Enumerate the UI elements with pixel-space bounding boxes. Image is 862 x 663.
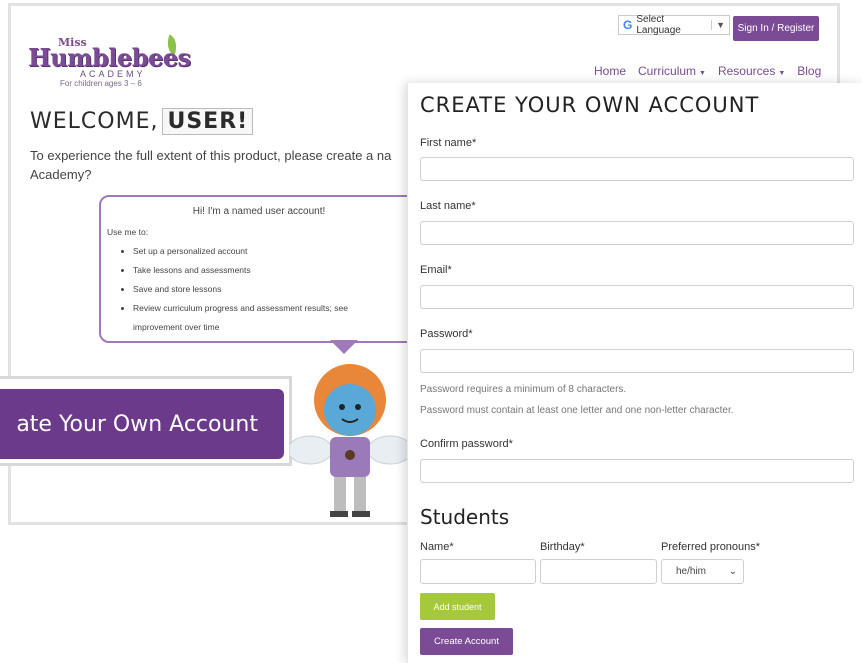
create-account-big-button[interactable]: ate Your Own Account: [0, 389, 284, 459]
bubble-tail: [330, 340, 358, 354]
list-item: Take lessons and assessments: [133, 261, 417, 280]
nav-item-resources[interactable]: Resources ▼: [718, 64, 785, 78]
students-heading: Students: [420, 505, 510, 529]
student-name-input[interactable]: [420, 559, 536, 584]
nav-label: Home: [594, 64, 627, 78]
language-label: Select Language: [636, 14, 681, 36]
intro-text: To experience the full extent of this pr…: [30, 148, 392, 182]
pronouns-label: Preferred pronouns*: [661, 541, 761, 553]
logo-main-text: Humblebees: [28, 43, 191, 72]
nav-item-blog[interactable]: Blog: [797, 64, 821, 78]
language-select[interactable]: G Select Language ▼: [618, 14, 730, 36]
email-label: Email*: [420, 264, 452, 276]
chevron-down-icon: ▼: [711, 20, 729, 30]
form-title: CREATE YOUR OWN ACCOUNT: [420, 93, 760, 117]
student-name-label: Name*: [420, 541, 454, 553]
welcome-user: USER!: [162, 108, 254, 135]
birthday-label: Birthday*: [540, 541, 585, 553]
pronouns-value: he/him: [676, 566, 707, 577]
list-item: Review curriculum progress and assessmen…: [133, 299, 417, 337]
first-name-label: First name*: [420, 137, 477, 149]
main-nav: Home Curriculum ▼ Resources ▼ Blog: [594, 64, 821, 78]
bubble-use-me: Use me to:: [107, 227, 149, 237]
confirm-password-input[interactable]: [420, 459, 854, 483]
list-item: Save and store lessons: [133, 280, 417, 299]
confirm-password-label: Confirm password*: [420, 438, 513, 450]
nav-label: Curriculum: [638, 64, 697, 78]
create-account-form: CREATE YOUR OWN ACCOUNT First name* Last…: [407, 83, 862, 663]
add-student-button[interactable]: Add student: [420, 593, 495, 620]
welcome-heading: WELCOME, USER!: [30, 108, 254, 135]
welcome-prefix: WELCOME,: [30, 109, 159, 134]
pronouns-select[interactable]: he/him ⌄: [661, 559, 744, 584]
last-name-input[interactable]: [420, 221, 854, 245]
email-input[interactable]: [420, 285, 854, 309]
password-hint-chars: Password must contain at least one lette…: [420, 405, 734, 416]
nav-label: Resources: [717, 64, 776, 78]
create-account-button[interactable]: Create Account: [420, 628, 513, 655]
google-icon: G: [623, 18, 633, 32]
nav-item-home[interactable]: Home: [594, 64, 626, 78]
bubble-title: Hi! I'm a named user account!: [192, 206, 326, 217]
logo-academy-text: ACADEMY: [80, 69, 146, 79]
info-bubble: Hi! I'm a named user account! Use me to:…: [99, 195, 419, 343]
chevron-down-icon: ⌄: [728, 566, 737, 577]
logo-age-text: For children ages 3 – 6: [60, 79, 142, 88]
bubble-list: Set up a personalized account Take lesso…: [101, 242, 417, 337]
nav-label: Blog: [797, 64, 822, 78]
first-name-input[interactable]: [420, 157, 854, 181]
password-input[interactable]: [420, 349, 854, 373]
nav-item-curriculum[interactable]: Curriculum ▼: [638, 64, 706, 78]
sign-in-button[interactable]: Sign In / Register: [733, 16, 819, 41]
logo[interactable]: Miss Humblebees ACADEMY For children age…: [28, 34, 191, 91]
chevron-down-icon: ▼: [778, 70, 786, 77]
bee-character-illustration: [290, 364, 410, 517]
birthday-input[interactable]: [540, 559, 657, 584]
list-item: Set up a personalized account: [133, 242, 417, 261]
chevron-down-icon: ▼: [699, 70, 706, 77]
password-hint-length: Password requires a minimum of 8 charact…: [420, 384, 627, 395]
last-name-label: Last name*: [420, 200, 476, 212]
password-label: Password*: [420, 328, 473, 340]
